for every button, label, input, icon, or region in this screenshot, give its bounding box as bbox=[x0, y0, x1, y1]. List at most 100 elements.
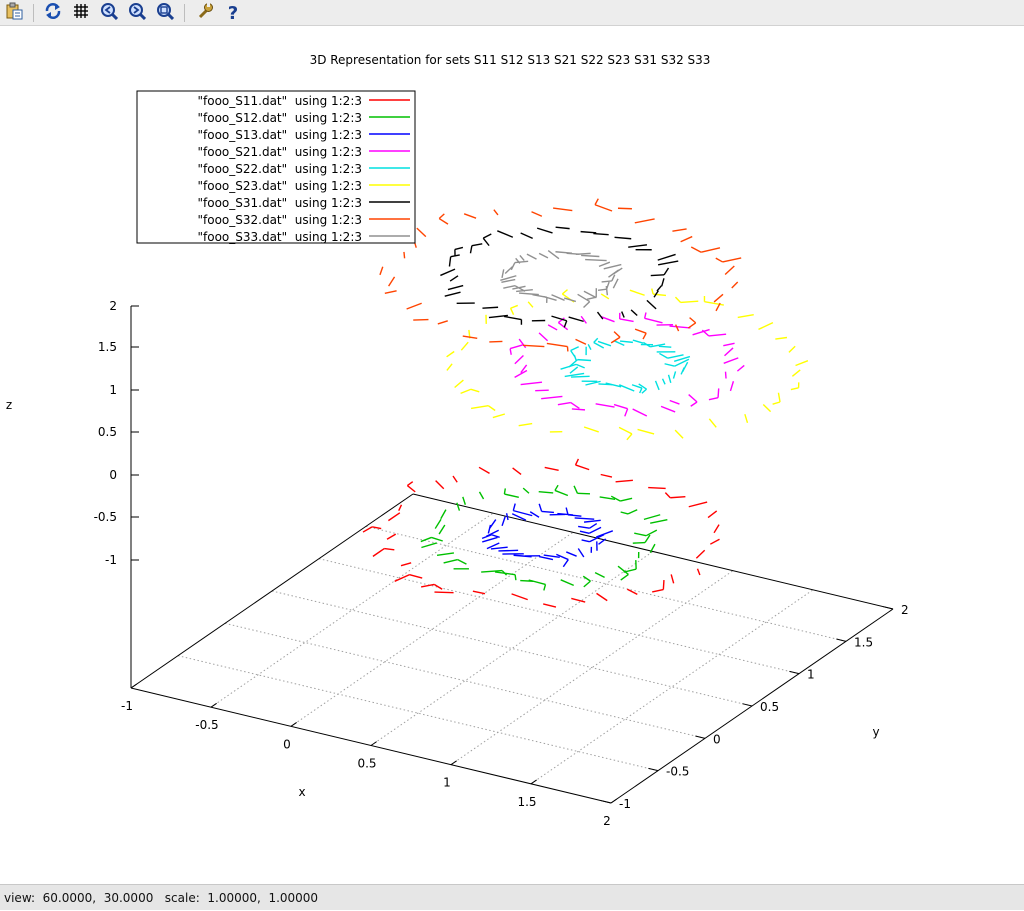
legend-label: "fooo_S32.dat" using 1:2:3 bbox=[197, 213, 362, 227]
grid-line-x bbox=[371, 552, 653, 746]
data-segment bbox=[589, 527, 601, 533]
data-segment bbox=[489, 341, 502, 342]
y-axis-label: y bbox=[872, 725, 879, 739]
configure-button[interactable] bbox=[194, 2, 216, 24]
data-segment bbox=[725, 266, 734, 275]
grid-line-x bbox=[211, 513, 493, 707]
data-segment bbox=[521, 233, 533, 238]
toggle-grid-button[interactable] bbox=[70, 2, 92, 24]
data-segment bbox=[668, 355, 684, 358]
data-segment bbox=[656, 381, 660, 390]
data-segment bbox=[630, 290, 645, 295]
data-segment bbox=[576, 465, 590, 470]
unzoom-button[interactable] bbox=[154, 2, 176, 24]
data-segment bbox=[505, 267, 512, 274]
data-segment bbox=[515, 575, 516, 581]
back-y-axis-line bbox=[131, 494, 413, 688]
data-segment bbox=[618, 566, 628, 574]
data-segment bbox=[539, 253, 548, 258]
zoom-next-button[interactable] bbox=[126, 2, 148, 24]
data-segment bbox=[634, 533, 646, 536]
y-tick-label: 0 bbox=[713, 732, 721, 746]
legend-label: "fooo_S21.dat" using 1:2:3 bbox=[197, 145, 362, 159]
data-segment bbox=[650, 520, 667, 523]
data-segment bbox=[435, 519, 441, 528]
data-segment bbox=[643, 333, 646, 339]
data-segment bbox=[595, 205, 612, 211]
data-segment bbox=[633, 543, 645, 544]
data-segment bbox=[555, 485, 558, 490]
data-segment bbox=[578, 294, 590, 301]
data-segment bbox=[513, 468, 521, 474]
data-segment bbox=[614, 332, 620, 338]
legend-label: "fooo_S11.dat" using 1:2:3 bbox=[197, 94, 362, 108]
data-segment bbox=[470, 246, 471, 254]
data-segment bbox=[574, 486, 577, 493]
data-segment bbox=[639, 384, 647, 389]
data-segment bbox=[455, 380, 464, 387]
data-segment bbox=[513, 504, 515, 511]
data-segment bbox=[440, 269, 455, 275]
series-3 bbox=[482, 504, 613, 567]
data-segment bbox=[596, 531, 613, 537]
data-segment bbox=[732, 282, 738, 288]
data-segment bbox=[663, 580, 664, 590]
data-segment bbox=[434, 584, 442, 589]
data-segment bbox=[670, 400, 680, 404]
chart-canvas: 3D Representation for sets S11 S12 S13 S… bbox=[0, 26, 1024, 884]
data-segment bbox=[445, 292, 461, 296]
data-segment bbox=[421, 537, 432, 541]
data-segment bbox=[520, 255, 524, 260]
data-segment bbox=[453, 476, 457, 482]
data-segment bbox=[539, 492, 553, 493]
y-tick-mark bbox=[648, 768, 658, 770]
data-segment bbox=[463, 497, 466, 505]
data-segment bbox=[651, 275, 664, 276]
data-segment bbox=[563, 560, 568, 567]
x-tick-mark bbox=[371, 742, 377, 746]
replot-button[interactable] bbox=[42, 2, 64, 24]
data-segment bbox=[512, 594, 528, 600]
series-1 bbox=[363, 459, 720, 607]
data-segment bbox=[620, 341, 633, 342]
data-segment bbox=[436, 481, 444, 489]
copy-to-clipboard-button[interactable] bbox=[3, 2, 25, 24]
data-segment bbox=[558, 403, 571, 405]
legend-label: "fooo_S13.dat" using 1:2:3 bbox=[197, 128, 362, 142]
data-segment bbox=[763, 405, 770, 412]
data-segment bbox=[675, 297, 680, 302]
data-segment bbox=[701, 248, 720, 252]
data-segment bbox=[571, 376, 590, 377]
data-segment bbox=[561, 364, 577, 369]
data-segment bbox=[615, 237, 632, 238]
data-segment bbox=[584, 520, 601, 522]
plot-area[interactable]: 3D Representation for sets S11 S12 S13 S… bbox=[0, 26, 1024, 884]
help-button[interactable]: ? bbox=[222, 2, 244, 24]
data-segment bbox=[450, 276, 458, 281]
data-segment bbox=[417, 228, 426, 236]
data-segment bbox=[431, 537, 442, 541]
data-segment bbox=[597, 312, 602, 319]
data-segment bbox=[645, 318, 663, 322]
data-segment bbox=[627, 589, 637, 594]
x-tick-label: -1 bbox=[121, 699, 133, 713]
y-tick-mark bbox=[601, 801, 611, 803]
y-tick-mark bbox=[883, 607, 893, 609]
x-tick-label: 2 bbox=[603, 814, 611, 828]
data-segment bbox=[792, 370, 800, 376]
data-segment bbox=[638, 429, 655, 433]
x-tick-label: -0.5 bbox=[195, 718, 218, 732]
z-tick-label: 2 bbox=[109, 299, 117, 313]
data-segment bbox=[599, 262, 610, 266]
data-segment bbox=[510, 349, 511, 355]
grid-line-y bbox=[225, 623, 705, 738]
x-tick-mark bbox=[211, 703, 217, 707]
data-segment bbox=[714, 294, 723, 302]
data-segment bbox=[461, 342, 468, 350]
data-segment bbox=[691, 402, 697, 406]
grid-icon bbox=[72, 2, 90, 24]
data-segment bbox=[541, 396, 562, 398]
zoom-previous-button[interactable] bbox=[98, 2, 120, 24]
data-segment bbox=[595, 573, 605, 578]
z-tick-label: -0.5 bbox=[94, 510, 117, 524]
